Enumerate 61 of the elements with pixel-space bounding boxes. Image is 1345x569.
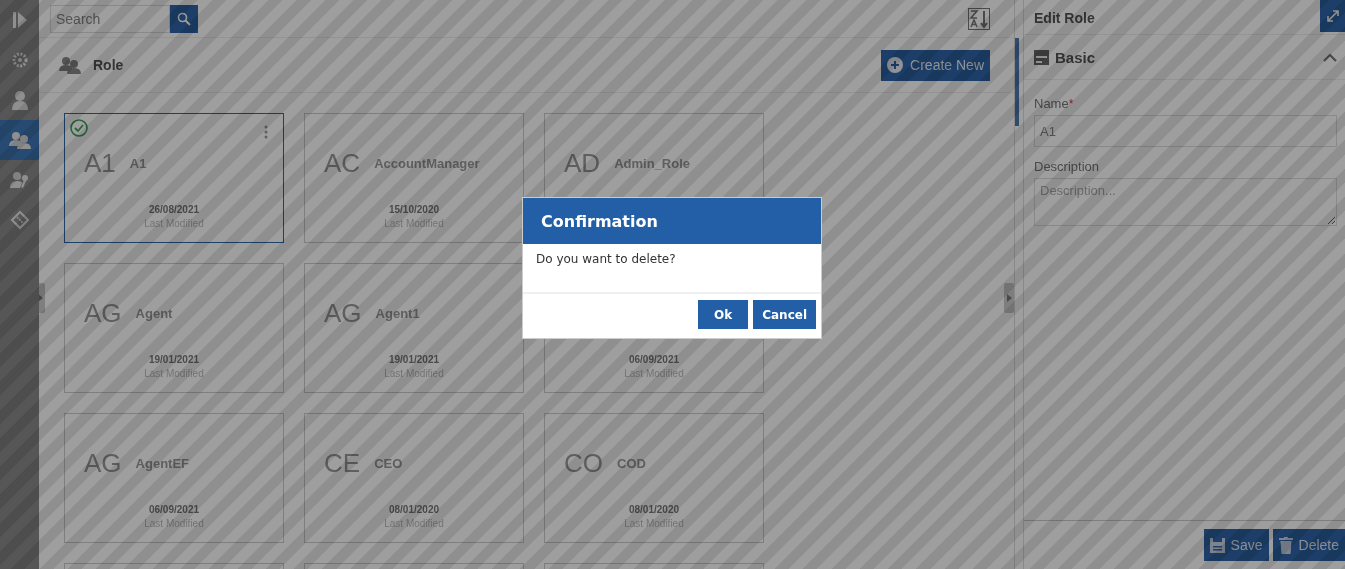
- panel-title: Edit Role: [1034, 10, 1095, 26]
- role-name: Agent1: [375, 305, 420, 321]
- dialog-button[interactable]: Cancel: [753, 300, 816, 329]
- plus-icon: [887, 57, 904, 73]
- kebab-menu-icon[interactable]: [264, 125, 268, 139]
- role-initials: CO: [564, 447, 603, 479]
- user-icon: [10, 90, 29, 110]
- role-initials: AD: [564, 147, 601, 179]
- modified-date: 26/08/2021: [148, 204, 200, 215]
- expand-icon: [11, 11, 28, 29]
- role-name: AgentEF: [135, 455, 190, 471]
- role-initials: AC: [324, 147, 361, 179]
- search-button[interactable]: [170, 4, 198, 33]
- dialog-message: Do you want to delete?: [523, 244, 821, 294]
- save-icon: [1209, 537, 1225, 553]
- section-title: Basic: [1055, 48, 1096, 66]
- search-icon: [177, 11, 191, 26]
- modified-date: 15/10/2020: [388, 204, 440, 215]
- search-field[interactable]: Search: [50, 4, 170, 33]
- sort-icon[interactable]: [968, 7, 990, 30]
- play-icon: [1006, 294, 1012, 302]
- form-icon: [1034, 49, 1049, 65]
- role-initials: A1: [84, 147, 116, 179]
- modified-date: 19/01/2021: [148, 354, 200, 365]
- role-name: Admin_Role: [614, 155, 690, 171]
- role-name: COD: [617, 455, 646, 471]
- name-input[interactable]: A1: [1034, 115, 1337, 147]
- role-initials: AG: [84, 297, 122, 329]
- sidebar-item[interactable]: [0, 120, 39, 160]
- collapse-handle[interactable]: [1004, 283, 1014, 313]
- chevron-up-icon[interactable]: [1323, 52, 1337, 62]
- modified-date: 08/01/2020: [388, 504, 440, 515]
- save-button[interactable]: Save: [1203, 529, 1269, 561]
- role-name: CEO: [374, 455, 403, 471]
- role-name: AccountManager: [374, 155, 480, 171]
- users-icon: [8, 131, 31, 149]
- modified-date: 06/09/2021: [628, 354, 680, 365]
- dialog-button[interactable]: Ok: [698, 300, 749, 329]
- trash-icon: [1278, 536, 1293, 554]
- users-icon: [59, 56, 81, 74]
- dialog-title: Confirmation: [523, 198, 821, 244]
- role-initials: CE: [324, 447, 361, 479]
- modified-date: 19/01/2021: [388, 354, 440, 365]
- modified-date: 08/01/2020: [628, 504, 680, 515]
- required-mark: *: [1068, 97, 1074, 111]
- diagonal-arrows-icon: [1325, 9, 1340, 23]
- create-new-button[interactable]: Create New: [881, 49, 990, 81]
- delete-button[interactable]: Delete: [1272, 529, 1345, 561]
- role-name: A1: [129, 155, 147, 171]
- field-label: Description: [1034, 159, 1101, 174]
- section-header[interactable]: Basic: [1024, 35, 1345, 80]
- ticket-icon: [9, 210, 30, 230]
- role-initials: AG: [84, 447, 122, 479]
- expand-button[interactable]: [1320, 0, 1345, 32]
- user-key-icon: [9, 171, 30, 189]
- role-initials: AG: [324, 297, 362, 329]
- page-title: Role: [93, 57, 124, 73]
- role-name: Agent: [135, 305, 173, 321]
- modified-date: 06/09/2021: [148, 504, 200, 515]
- field-label: Name*: [1034, 96, 1075, 111]
- check-circle-icon: [70, 119, 88, 137]
